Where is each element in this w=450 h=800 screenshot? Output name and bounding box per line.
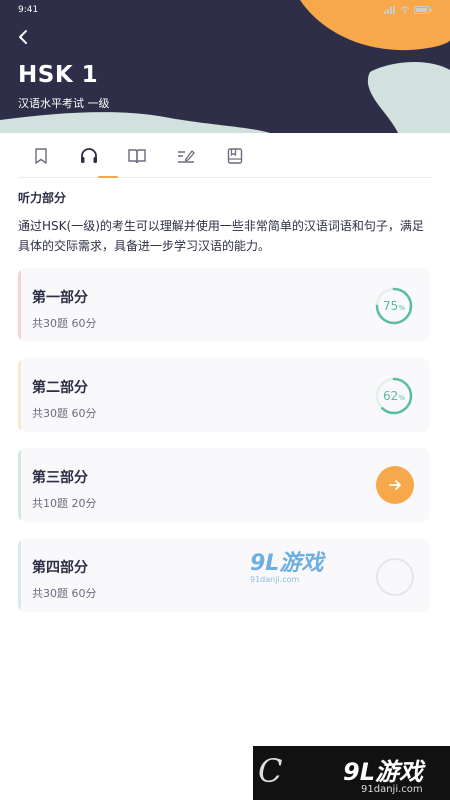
card-accent <box>18 538 21 612</box>
progress-label: 62% <box>374 376 414 416</box>
progress-ring: 62% <box>374 376 414 416</box>
arrow-right-icon <box>389 480 401 490</box>
page-subtitle: 汉语水平考试 一级 <box>18 97 110 110</box>
progress-unit: % <box>398 394 405 402</box>
part-meta: 共30题 60分 <box>32 317 97 330</box>
headphones-icon <box>81 148 97 163</box>
watermark-brand: 9L游戏 <box>250 551 324 576</box>
progress-ring: 75% <box>374 286 414 326</box>
section-description: 通过HSK(一级)的考生可以理解并使用一些非常简单的汉语词语和句子，满足具体的交… <box>18 219 424 253</box>
progress-unit: % <box>398 304 405 312</box>
signal-icon <box>384 6 395 14</box>
status-time: 9:41 <box>18 5 39 15</box>
chevron-left-icon <box>19 30 27 44</box>
battery-icon <box>414 6 432 14</box>
progress-value: 75 <box>383 299 399 313</box>
not-started-ring <box>376 558 414 596</box>
card-accent <box>18 358 21 432</box>
watermark-logo: C 9L游戏 91danji.com <box>253 746 450 800</box>
part-meta: 共10题 20分 <box>32 497 97 510</box>
start-part-button[interactable] <box>376 466 414 504</box>
part-meta: 共30题 60分 <box>32 407 97 420</box>
section-tabs <box>18 138 432 178</box>
section-title: 听力部分 <box>18 191 67 205</box>
watermark-logo-url: 91danji.com <box>361 784 423 795</box>
watermark: 9L游戏 91danji.com <box>250 545 323 584</box>
notebook-icon <box>227 148 243 164</box>
part-name: 第二部分 <box>32 380 88 396</box>
tab-reading[interactable] <box>123 142 151 170</box>
tab-bookmark[interactable] <box>27 142 55 170</box>
card-accent <box>18 448 21 522</box>
part-card[interactable]: 第二部分 共30题 60分 62% <box>18 358 430 432</box>
progress-label: 75% <box>374 286 414 326</box>
bookmark-icon <box>35 148 47 164</box>
watermark-c-glyph: C <box>258 752 283 790</box>
part-name: 第一部分 <box>32 290 88 306</box>
tab-writing[interactable] <box>172 142 200 170</box>
part-name: 第四部分 <box>32 560 88 576</box>
page-title: HSK 1 <box>18 62 99 88</box>
watermark-logo-brand: 9L游戏 <box>343 758 423 786</box>
status-bar: 9:41 <box>18 5 432 17</box>
status-indicators <box>384 6 432 14</box>
part-card[interactable]: 第四部分 共30题 60分 <box>18 538 430 612</box>
tab-listening[interactable] <box>75 142 103 170</box>
tab-notebook[interactable] <box>221 142 249 170</box>
part-card[interactable]: 第三部分 共10题 20分 <box>18 448 430 522</box>
card-accent <box>18 268 21 342</box>
writing-icon <box>178 150 195 163</box>
active-tab-indicator <box>98 176 118 178</box>
part-card[interactable]: 第一部分 共30题 60分 75% <box>18 268 430 342</box>
part-meta: 共30题 60分 <box>32 587 97 600</box>
header: 9:41 HSK 1 汉语水平考试 一级 <box>0 0 450 133</box>
progress-value: 62 <box>383 389 399 403</box>
open-book-icon <box>128 149 146 164</box>
back-button[interactable] <box>12 26 34 48</box>
part-name: 第三部分 <box>32 470 88 486</box>
wifi-icon <box>400 6 410 14</box>
